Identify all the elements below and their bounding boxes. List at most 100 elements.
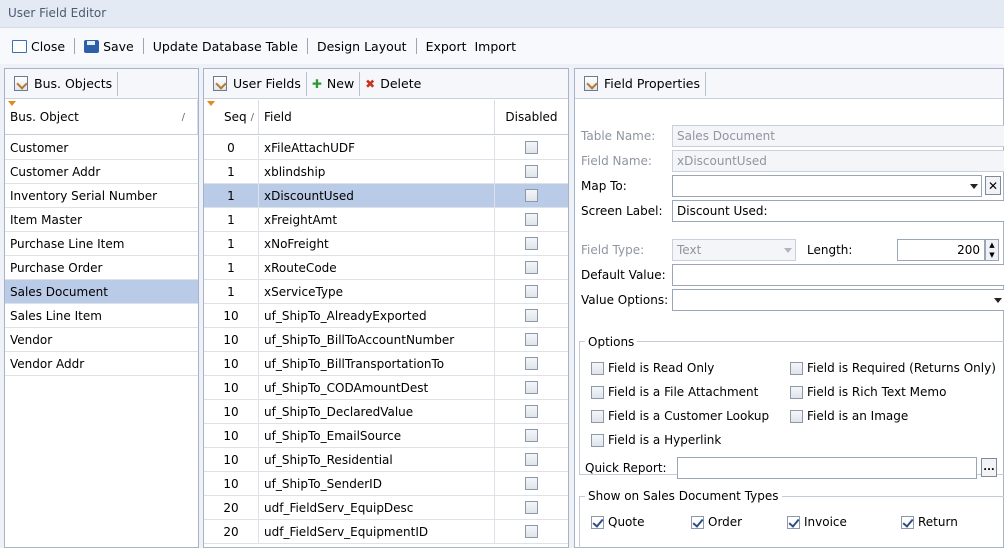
disabled-checkbox[interactable] xyxy=(525,141,538,154)
checkbox-box[interactable] xyxy=(790,409,803,423)
bus-object-row[interactable]: Sales Document xyxy=(5,280,198,304)
checkbox-box[interactable] xyxy=(591,515,604,529)
disabled-column-header[interactable]: Disabled xyxy=(495,100,568,134)
bus-object-row[interactable]: Purchase Order xyxy=(5,256,198,280)
user-field-row[interactable]: 1 xRouteCode xyxy=(204,256,568,280)
toolbar-separator xyxy=(306,38,308,54)
user-field-row[interactable]: 1 xNoFreight xyxy=(204,232,568,256)
checkbox-box[interactable] xyxy=(591,433,604,447)
user-field-row[interactable]: 20 udf_FieldServ_EquipDesc xyxy=(204,496,568,520)
user-field-row[interactable]: 1 xDiscountUsed xyxy=(204,184,568,208)
map-to-dropdown[interactable] xyxy=(672,175,982,197)
checkbox-box[interactable] xyxy=(591,409,604,423)
export-button[interactable]: Export xyxy=(422,39,471,54)
length-spin-buttons[interactable]: ▲ ▼ xyxy=(985,239,999,261)
hyperlink-checkbox[interactable]: Field is a Hyperlink xyxy=(591,433,721,447)
design-layout-button[interactable]: Design Layout xyxy=(313,39,411,54)
bus-object-row[interactable]: Purchase Line Item xyxy=(5,232,198,256)
disabled-checkbox[interactable] xyxy=(525,309,538,322)
toolbar: Close Save Update Database Table Design … xyxy=(0,28,1004,64)
seq-column-header[interactable]: Seq / xyxy=(204,100,259,134)
disabled-cell xyxy=(495,448,568,471)
user-field-row[interactable]: 0 xFileAttachUDF xyxy=(204,136,568,160)
disabled-checkbox[interactable] xyxy=(525,213,538,226)
bus-object-row[interactable]: Customer xyxy=(5,136,198,160)
file-attachment-checkbox[interactable]: Field is a File Attachment xyxy=(591,385,758,399)
disabled-checkbox[interactable] xyxy=(525,261,538,274)
quick-report-input[interactable] xyxy=(677,457,977,479)
disabled-checkbox[interactable] xyxy=(525,189,538,202)
update-database-table-button[interactable]: Update Database Table xyxy=(149,39,302,54)
default-value-input[interactable] xyxy=(672,264,1004,286)
clear-map-to-button[interactable]: ✕ xyxy=(985,176,1001,195)
disabled-checkbox[interactable] xyxy=(525,477,538,490)
save-button[interactable]: Save xyxy=(80,39,138,54)
checkbox-box[interactable] xyxy=(787,515,800,529)
new-button[interactable]: ✚ New xyxy=(307,71,361,96)
close-button[interactable]: Close xyxy=(8,39,69,54)
length-stepper[interactable]: 200 xyxy=(897,239,985,261)
image-checkbox[interactable]: Field is an Image xyxy=(790,409,908,423)
disabled-checkbox[interactable] xyxy=(525,453,538,466)
user-field-row[interactable]: 10 uf_ShipTo_BillTransportationTo xyxy=(204,352,568,376)
quick-report-browse-button[interactable]: ... xyxy=(981,458,997,477)
user-field-row[interactable]: 10 uf_ShipTo_SenderID xyxy=(204,472,568,496)
disabled-checkbox[interactable] xyxy=(525,237,538,250)
disabled-checkbox[interactable] xyxy=(525,165,538,178)
read-only-checkbox[interactable]: Field is Read Only xyxy=(591,361,714,375)
map-to-label: Map To: xyxy=(581,179,627,193)
user-field-row[interactable]: 10 uf_ShipTo_BillToAccountNumber xyxy=(204,328,568,352)
checkbox-box[interactable] xyxy=(901,515,914,529)
disabled-checkbox[interactable] xyxy=(525,357,538,370)
field-column-header[interactable]: Field xyxy=(259,100,495,134)
checkbox-box[interactable] xyxy=(790,361,803,375)
disabled-checkbox[interactable] xyxy=(525,381,538,394)
customer-lookup-checkbox[interactable]: Field is a Customer Lookup xyxy=(591,409,769,423)
invoice-checkbox[interactable]: Invoice xyxy=(787,515,847,529)
disabled-checkbox[interactable] xyxy=(525,525,538,538)
user-field-row[interactable]: 10 uf_ShipTo_AlreadyExported xyxy=(204,304,568,328)
bus-object-column-header[interactable]: Bus. Object / xyxy=(5,100,198,134)
return-label: Return xyxy=(918,515,958,529)
rich-text-checkbox[interactable]: Field is Rich Text Memo xyxy=(790,385,946,399)
user-field-row[interactable]: 1 xblindship xyxy=(204,160,568,184)
user-field-row[interactable]: 1 xServiceType xyxy=(204,280,568,304)
disabled-checkbox[interactable] xyxy=(525,501,538,514)
field-properties-tab[interactable]: Field Properties xyxy=(579,71,706,96)
bus-object-row[interactable]: Sales Line Item xyxy=(5,304,198,328)
quote-checkbox[interactable]: Quote xyxy=(591,515,644,529)
field-type-dropdown[interactable]: Text xyxy=(672,239,796,261)
bus-object-row[interactable]: Vendor Addr xyxy=(5,352,198,376)
user-field-row[interactable]: 10 uf_ShipTo_DeclaredValue xyxy=(204,400,568,424)
bus-object-row[interactable]: Item Master xyxy=(5,208,198,232)
spin-up-icon[interactable]: ▲ xyxy=(986,240,998,250)
checkbox-box[interactable] xyxy=(691,515,704,529)
bus-object-row[interactable]: Customer Addr xyxy=(5,160,198,184)
disabled-checkbox[interactable] xyxy=(525,333,538,346)
import-button[interactable]: Import xyxy=(470,39,520,54)
disabled-checkbox[interactable] xyxy=(525,429,538,442)
checkbox-box[interactable] xyxy=(790,385,803,399)
screen-label-input[interactable]: Discount Used: xyxy=(672,200,1004,222)
checkbox-box[interactable] xyxy=(591,385,604,399)
disabled-cell xyxy=(495,232,568,255)
user-field-row[interactable]: 10 uf_ShipTo_CODAmountDest xyxy=(204,376,568,400)
user-field-row[interactable]: 10 uf_ShipTo_EmailSource xyxy=(204,424,568,448)
user-field-row[interactable]: 10 uf_ShipTo_Residential xyxy=(204,448,568,472)
table-name-value: Sales Document xyxy=(677,129,775,143)
bus-object-row[interactable]: Inventory Serial Number xyxy=(5,184,198,208)
user-field-row[interactable]: 1 xFreightAmt xyxy=(204,208,568,232)
user-field-row[interactable]: 20 udf_FieldServ_EquipmentID xyxy=(204,520,568,544)
bus-object-row[interactable]: Vendor xyxy=(5,328,198,352)
order-checkbox[interactable]: Order xyxy=(691,515,742,529)
delete-button[interactable]: ✖ Delete xyxy=(360,72,426,96)
checkbox-box[interactable] xyxy=(591,361,604,375)
disabled-checkbox[interactable] xyxy=(525,285,538,298)
required-checkbox[interactable]: Field is Required (Returns Only) xyxy=(790,361,996,375)
user-fields-tab[interactable]: User Fields xyxy=(208,71,307,96)
disabled-checkbox[interactable] xyxy=(525,405,538,418)
return-checkbox[interactable]: Return xyxy=(901,515,958,529)
bus-objects-tab[interactable]: Bus. Objects xyxy=(9,71,119,96)
value-options-dropdown[interactable] xyxy=(672,289,1004,311)
spin-down-icon[interactable]: ▼ xyxy=(986,250,998,260)
